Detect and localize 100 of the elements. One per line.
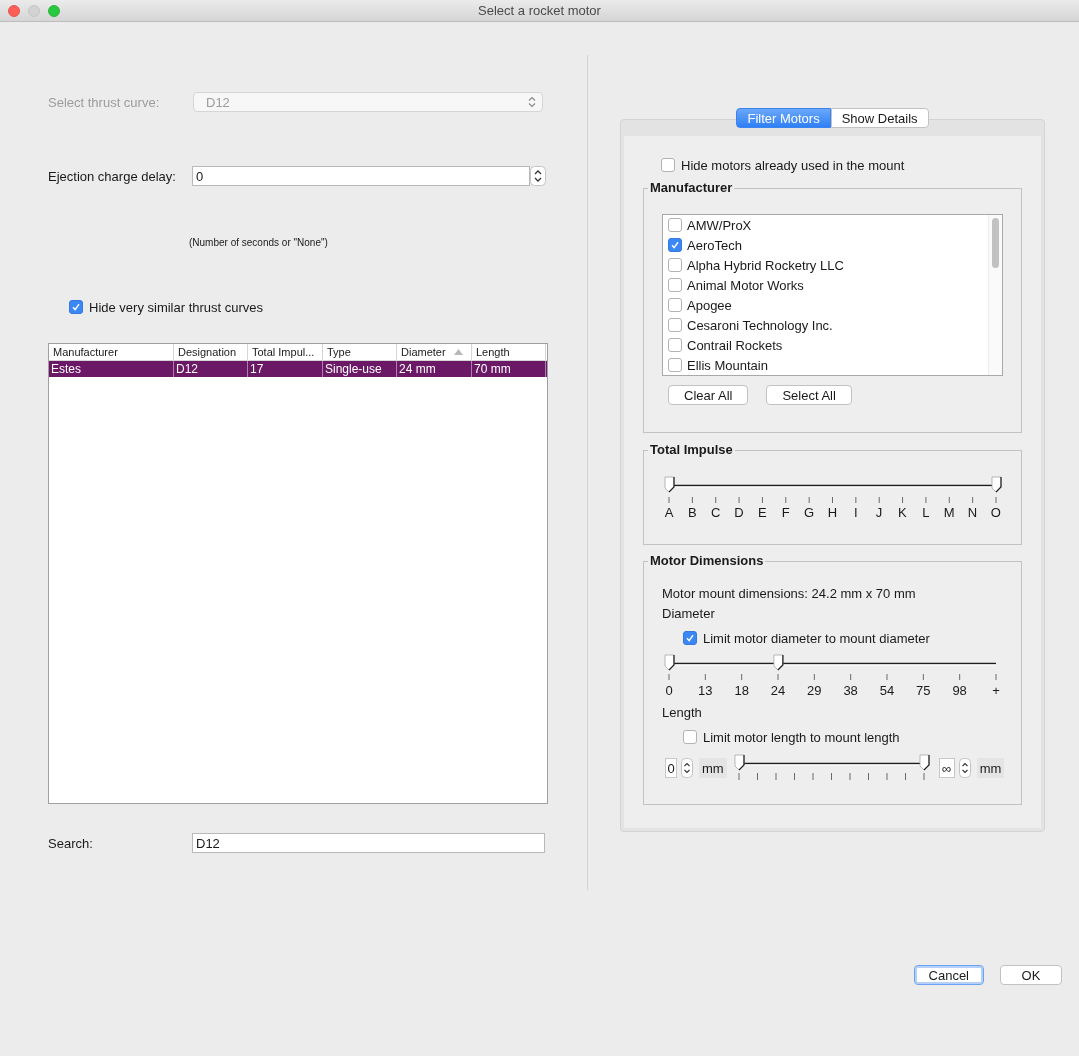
- group-title: Motor Dimensions: [649, 553, 765, 569]
- checkbox[interactable]: [668, 338, 682, 352]
- checkbox-label[interactable]: Hide motors already used in the mount: [681, 157, 905, 173]
- sort-arrow-icon: [454, 349, 463, 355]
- cancel-button[interactable]: Cancel: [913, 965, 984, 985]
- slider-thumb[interactable]: [664, 476, 675, 493]
- checkbox-label[interactable]: Limit motor diameter to mount diameter: [703, 630, 930, 646]
- checkbox[interactable]: [683, 631, 697, 645]
- slider-track[interactable]: [664, 476, 1002, 493]
- tick-label: A: [663, 506, 675, 520]
- column-header[interactable]: Manufacturer: [49, 344, 174, 360]
- tick-label: N: [966, 506, 979, 520]
- section-label: Diameter: [662, 605, 716, 623]
- checkbox[interactable]: [668, 258, 682, 272]
- checkbox-label[interactable]: Hide very similar thrust curves: [89, 299, 264, 315]
- slider-thumb[interactable]: [991, 476, 1002, 493]
- close-icon[interactable]: [8, 4, 20, 17]
- tick-label: C: [709, 506, 722, 520]
- column-header[interactable]: Total Impul...: [248, 344, 323, 360]
- slider-thumb[interactable]: [773, 654, 784, 671]
- group-title: Manufacturer: [649, 180, 734, 196]
- search-field[interactable]: D12: [192, 833, 545, 853]
- checkbox-label[interactable]: Limit motor length to mount length: [703, 729, 900, 745]
- tick-label: 98: [951, 684, 968, 698]
- checkbox-label[interactable]: Contrail Rockets: [687, 337, 783, 353]
- tick-label: 38: [842, 684, 859, 698]
- tick-label: E: [757, 506, 768, 520]
- chevrons-icon: [528, 96, 536, 108]
- tab[interactable]: Show Details: [830, 108, 929, 128]
- clear-all-button[interactable]: Clear All: [668, 385, 749, 405]
- table-row[interactable]: Estes D12 17 Single-use 24 mm 70 mm: [49, 361, 547, 377]
- scrollbar[interactable]: [988, 215, 1002, 375]
- stepper-icon[interactable]: [681, 758, 693, 778]
- tick-label: I: [852, 506, 859, 520]
- select-all-button[interactable]: Select All: [766, 385, 852, 405]
- checkbox[interactable]: [668, 278, 682, 292]
- tick-label: 54: [878, 684, 896, 698]
- tick-label: H: [826, 506, 839, 520]
- tick-label: B: [687, 506, 698, 520]
- tick-label: F: [780, 506, 791, 520]
- slider-thumb[interactable]: [664, 654, 675, 671]
- table-cell: 24 mm: [397, 361, 472, 377]
- tick-label: L: [921, 506, 931, 520]
- tick-label: O: [989, 506, 1002, 520]
- tick-label: 13: [697, 684, 714, 698]
- unit-label: mm: [699, 758, 727, 778]
- ok-button[interactable]: OK: [1000, 965, 1062, 985]
- min-length-field[interactable]: 0: [665, 758, 677, 778]
- column-header[interactable]: Length: [472, 344, 546, 360]
- checkbox[interactable]: [683, 730, 697, 744]
- table-cell: Estes: [49, 361, 174, 377]
- group-title: Total Impulse: [649, 442, 734, 458]
- checkbox[interactable]: [661, 158, 675, 172]
- hint-text: (Number of seconds or "None"): [188, 236, 329, 249]
- section-label: Length: [662, 704, 703, 722]
- table-cell: 70 mm: [472, 361, 546, 377]
- checkbox[interactable]: [668, 318, 682, 332]
- slider-track[interactable]: [664, 654, 997, 671]
- tick-label: G: [803, 506, 816, 520]
- tick-label: D: [733, 506, 745, 520]
- stepper-icon[interactable]: [530, 166, 546, 186]
- column-header[interactable]: Designation: [174, 344, 248, 360]
- field-label: Ejection charge delay:: [48, 168, 177, 184]
- checkbox[interactable]: [668, 298, 682, 312]
- slider-track[interactable]: [734, 754, 930, 771]
- window-title: Select a rocket motor: [478, 3, 601, 18]
- delay-input-field[interactable]: 0: [192, 166, 530, 186]
- mount-dimensions-text: Motor mount dimensions: 24.2 mm x 70 mm: [662, 585, 917, 603]
- column-header[interactable]: Diameter: [397, 344, 472, 360]
- table-cell: Single-use: [323, 361, 397, 377]
- checkbox-label[interactable]: AMW/ProX: [687, 217, 752, 233]
- field-label: Search:: [48, 835, 94, 851]
- tick-label: 24: [769, 684, 787, 698]
- slider-thumb[interactable]: [734, 754, 745, 771]
- checkbox-label[interactable]: Cesaroni Technology Inc.: [687, 317, 833, 333]
- stepper-icon[interactable]: [958, 758, 971, 778]
- tick-label: 29: [806, 684, 823, 698]
- tick-label: M: [942, 506, 956, 520]
- checkbox-label[interactable]: Alpha Hybrid Rocketry LLC: [687, 257, 844, 273]
- checkbox-label[interactable]: Animal Motor Works: [687, 277, 804, 293]
- checkbox[interactable]: [668, 218, 682, 232]
- max-length-field[interactable]: ∞: [938, 758, 955, 778]
- tick-label: 75: [915, 684, 932, 698]
- checkbox[interactable]: [668, 238, 682, 252]
- tick-label: K: [897, 506, 908, 520]
- table-cell: D12: [174, 361, 248, 377]
- checkbox-label[interactable]: Apogee: [687, 297, 732, 313]
- field-label: Select thrust curve:: [48, 94, 161, 110]
- tick-label: +: [991, 684, 1001, 698]
- column-header[interactable]: Type: [323, 344, 397, 360]
- scrollbar-thumb[interactable]: [992, 218, 999, 268]
- tick-label: 18: [733, 684, 750, 698]
- zoom-icon[interactable]: [48, 4, 60, 17]
- tick-label: J: [874, 506, 884, 520]
- checkbox[interactable]: [69, 300, 83, 314]
- checkbox[interactable]: [668, 358, 682, 372]
- slider-thumb[interactable]: [919, 754, 930, 771]
- tick-label: 0: [664, 684, 674, 698]
- checkbox-label[interactable]: Ellis Mountain: [687, 357, 768, 373]
- checkbox-label[interactable]: AeroTech: [687, 237, 742, 253]
